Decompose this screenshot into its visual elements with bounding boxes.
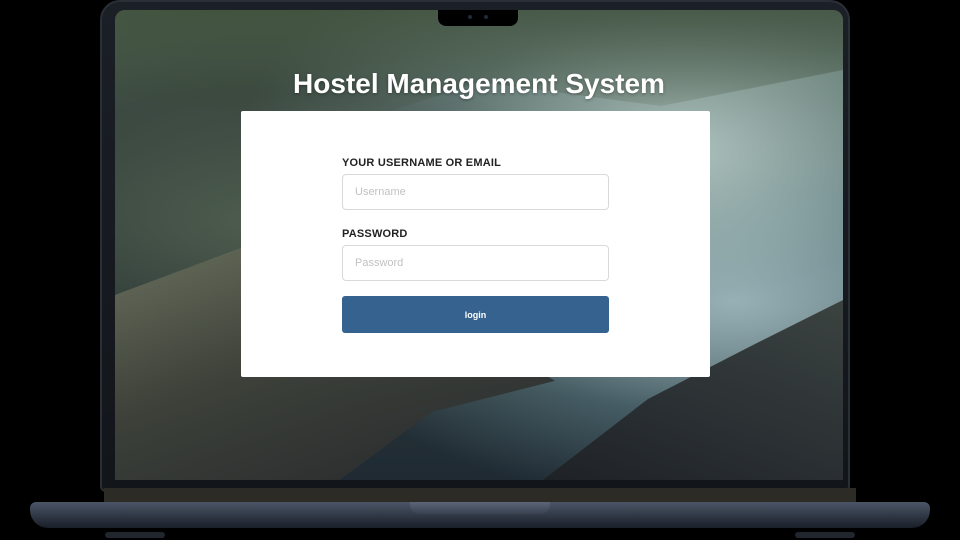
login-card: YOUR USERNAME OR EMAIL PASSWORD login (241, 111, 710, 377)
camera-icon (468, 15, 472, 19)
username-input[interactable] (342, 174, 609, 210)
sensor-icon (484, 15, 488, 19)
password-label: PASSWORD (342, 228, 408, 240)
laptop-mockup: Hostel Management System YOUR USERNAME O… (0, 0, 960, 540)
laptop-foot (795, 532, 855, 538)
password-input[interactable] (342, 245, 609, 281)
login-button[interactable]: login (342, 296, 609, 333)
username-label: YOUR USERNAME OR EMAIL (342, 157, 502, 169)
page-title: Hostel Management System (293, 68, 665, 99)
camera-notch (438, 10, 518, 26)
laptop-foot (105, 532, 165, 538)
laptop-hinge-notch (410, 502, 550, 514)
